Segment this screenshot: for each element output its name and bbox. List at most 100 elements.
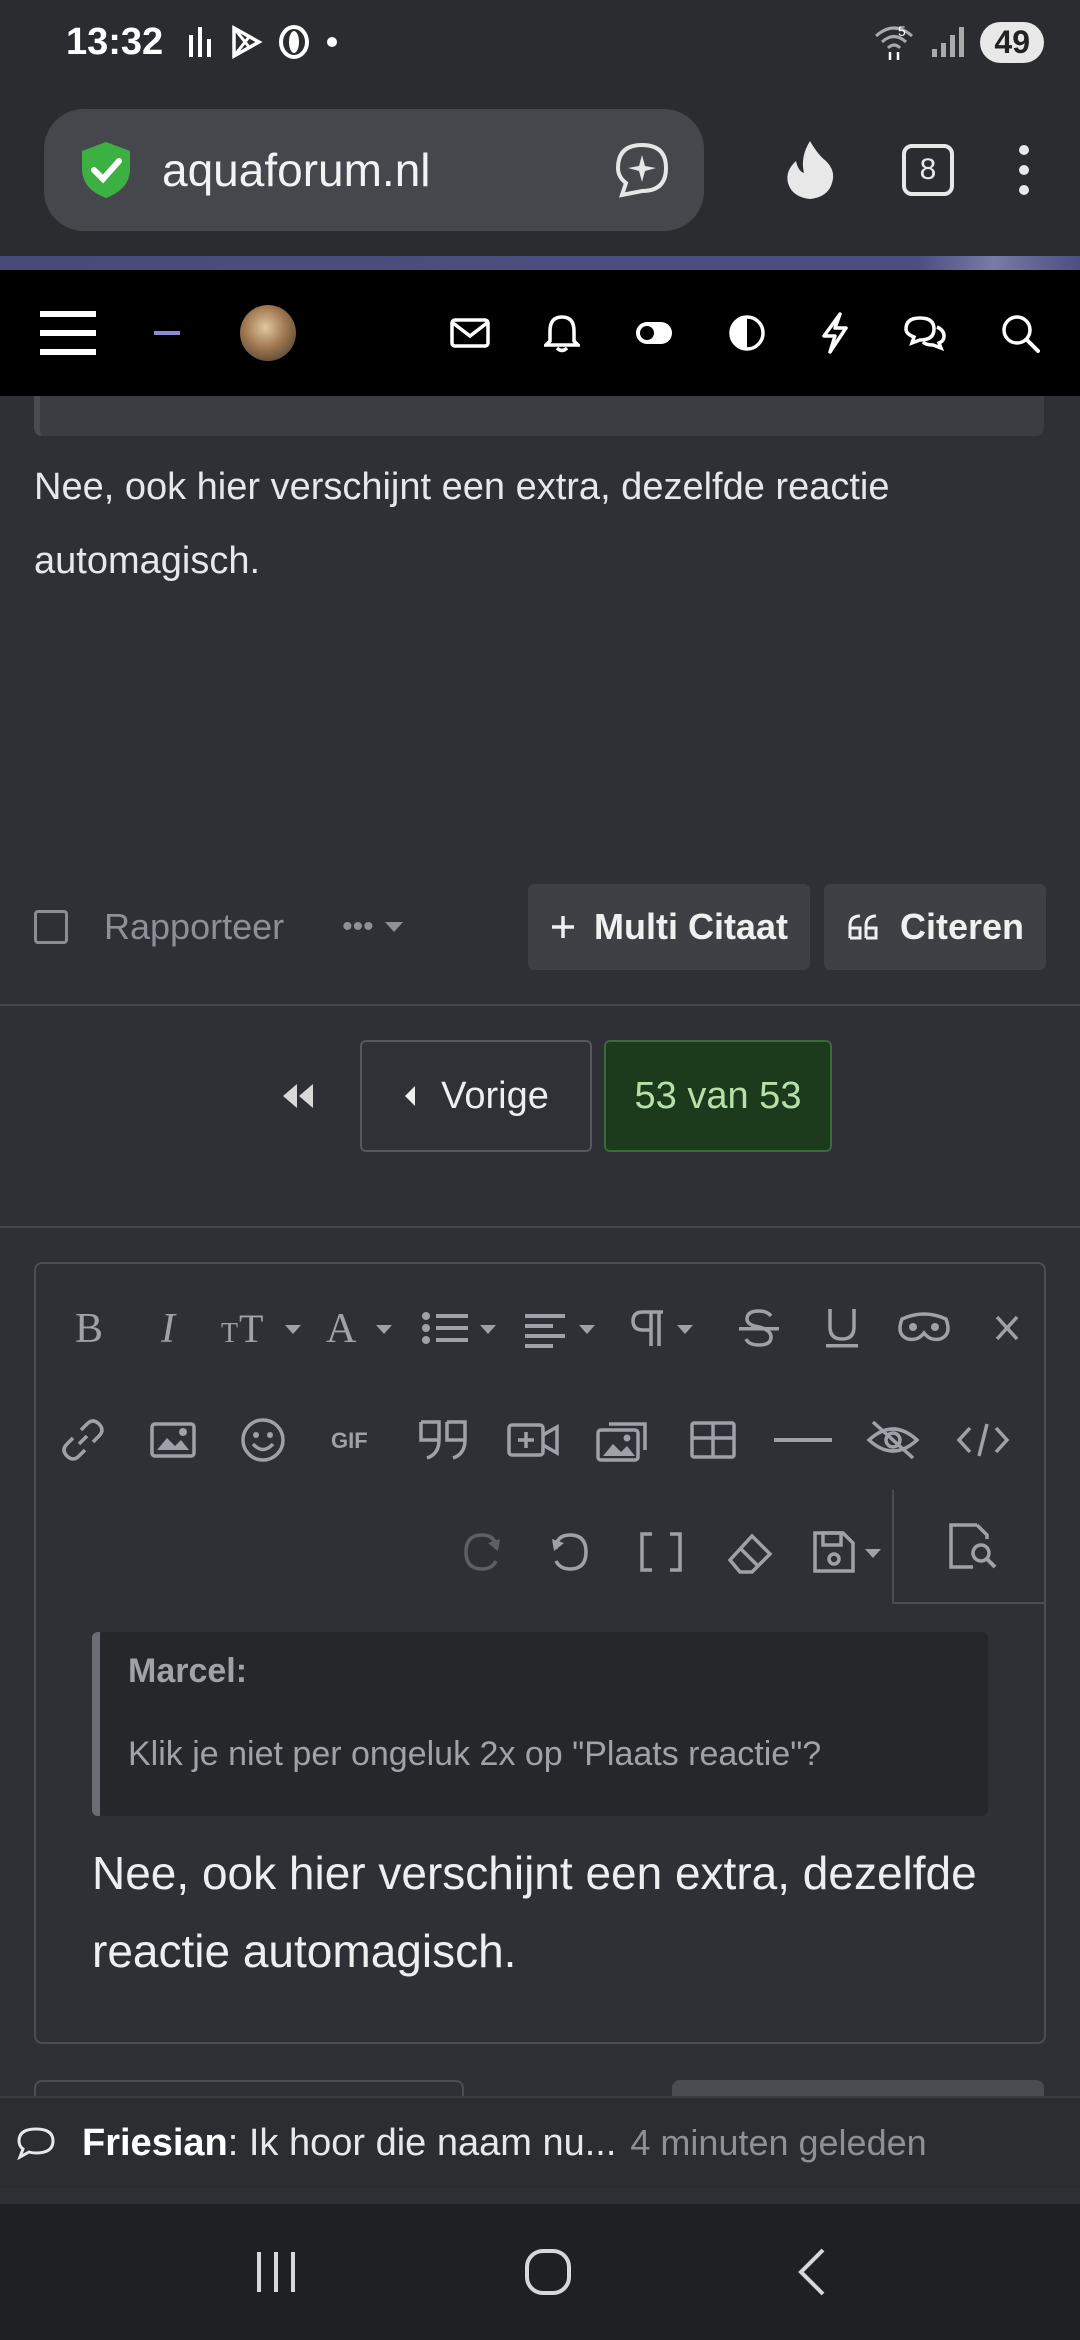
code-icon [956, 1423, 1010, 1457]
link-icon [62, 1419, 104, 1461]
toggle-icon[interactable] [634, 320, 674, 346]
image-icon [150, 1422, 196, 1458]
font-size-button[interactable]: TT [213, 1278, 314, 1378]
quote-text: Klik je niet per ongeluk 2x op "Plaats r… [128, 1735, 822, 1773]
quote-icon [419, 1420, 467, 1460]
align-button[interactable] [516, 1278, 617, 1378]
url-text: aquaforum.nl [162, 144, 431, 196]
redo-icon [464, 1533, 500, 1571]
svg-text:T: T [221, 1318, 238, 1348]
more-options-button[interactable]: ••• [342, 910, 404, 944]
font-size-icon: TT [221, 1308, 301, 1348]
back-icon[interactable] [797, 2248, 827, 2296]
bbcode-button[interactable] [616, 1502, 706, 1602]
more-vert-icon [1019, 145, 1029, 195]
brackets-icon [640, 1532, 682, 1572]
more-tools-button[interactable] [965, 1278, 1044, 1378]
gif-button[interactable]: GIF [308, 1390, 398, 1490]
quote-remnant [34, 396, 1044, 436]
redo-button[interactable] [436, 1502, 526, 1602]
spacer [0, 2188, 1080, 2204]
status-right-icons: 5 49 [872, 21, 1044, 63]
shield-check-icon [82, 142, 130, 198]
font-family-button[interactable]: A [314, 1278, 415, 1378]
tabs-count-button[interactable]: 8 [902, 144, 954, 196]
quote-icon [848, 914, 878, 940]
notification-message: : Ik hoor die naam nu... [227, 2121, 617, 2164]
divider [0, 1004, 1080, 1006]
signal-bars-icon [189, 27, 212, 57]
hamburger-menu-icon[interactable] [40, 309, 96, 357]
strikethrough-button[interactable] [718, 1278, 801, 1378]
quote-label: Citeren [899, 906, 1024, 947]
spoiler-button[interactable] [883, 1278, 966, 1378]
avatar[interactable] [240, 305, 296, 361]
gallery-icon [596, 1422, 647, 1462]
opera-icon [279, 25, 310, 59]
list-button[interactable] [415, 1278, 516, 1378]
divider [0, 1226, 1080, 1228]
quote-block: Marcel: Klik je niet per ongeluk 2x op "… [92, 1632, 988, 1816]
report-link[interactable]: Rapporteer [104, 906, 284, 948]
undo-icon [552, 1533, 588, 1571]
address-bar[interactable]: aquaforum.nl [44, 109, 704, 231]
editor-text-area[interactable]: Nee, ook hier verschijnt een extra, deze… [92, 1834, 992, 1990]
code-button[interactable] [938, 1390, 1028, 1490]
chat-bubbles-icon[interactable] [904, 315, 946, 351]
undo-button[interactable] [526, 1502, 616, 1602]
editor-toolbar-row-1: B I TT A [36, 1278, 1044, 1378]
cell-signal-icon [932, 27, 965, 57]
double-chevron-left-icon [283, 1084, 313, 1108]
caret-down-icon [384, 922, 403, 932]
current-page-indicator[interactable]: 53 van 53 [604, 1040, 832, 1152]
search-icon[interactable] [1000, 313, 1040, 353]
dot-icon [327, 37, 338, 47]
status-time: 13:32 [66, 20, 164, 63]
status-left-icons [187, 25, 339, 59]
italic-button[interactable]: I [131, 1278, 214, 1378]
underline-button[interactable] [800, 1278, 883, 1378]
mail-icon[interactable] [450, 317, 490, 349]
italic-icon: I [160, 1308, 177, 1348]
recent-apps-icon[interactable] [253, 2250, 299, 2294]
more-options-label: ••• [342, 910, 374, 943]
notification-user: Friesian [82, 2121, 228, 2164]
drafts-button[interactable] [796, 1502, 906, 1602]
first-page-button[interactable] [248, 1040, 348, 1152]
table-button[interactable] [668, 1390, 758, 1490]
select-post-checkbox[interactable] [34, 910, 68, 944]
hide-content-button[interactable] [848, 1390, 938, 1490]
multi-quote-button[interactable]: Multi Citaat [527, 884, 810, 970]
bold-icon: B [75, 1308, 103, 1348]
contrast-icon[interactable] [728, 314, 766, 352]
bell-icon[interactable] [544, 313, 580, 353]
preview-button[interactable] [892, 1490, 1044, 1604]
gallery-button[interactable] [578, 1390, 668, 1490]
paragraph-icon [631, 1310, 694, 1346]
activity-notification[interactable]: Friesian : Ik hoor die naam nu... 4 minu… [0, 2096, 1080, 2188]
caret-left-icon [405, 1086, 416, 1106]
horizontal-rule-button[interactable] [758, 1390, 848, 1490]
quote-insert-button[interactable] [398, 1390, 488, 1490]
battery-indicator: 49 [980, 21, 1044, 63]
editor-toolbar-row-2: GIF [36, 1390, 1044, 1490]
paragraph-button[interactable] [617, 1278, 718, 1378]
previous-page-button[interactable]: Vorige [360, 1040, 592, 1152]
save-icon [813, 1531, 881, 1573]
eraser-icon [727, 1533, 773, 1574]
quote-button[interactable]: Citeren [823, 884, 1046, 970]
flame-icon [787, 141, 834, 199]
emoji-button[interactable] [218, 1390, 308, 1490]
lightning-icon[interactable] [820, 312, 850, 354]
gif-icon: GIF [331, 1428, 368, 1453]
smiley-icon [241, 1418, 285, 1462]
underline-icon [825, 1309, 858, 1348]
clear-formatting-button[interactable] [706, 1502, 796, 1602]
bold-button[interactable]: B [48, 1278, 131, 1378]
home-icon[interactable] [524, 2248, 572, 2296]
image-button[interactable] [128, 1390, 218, 1490]
link-button[interactable] [38, 1390, 128, 1490]
media-button[interactable] [488, 1390, 578, 1490]
align-left-icon [525, 1314, 596, 1348]
svg-text:B: B [75, 1308, 103, 1348]
